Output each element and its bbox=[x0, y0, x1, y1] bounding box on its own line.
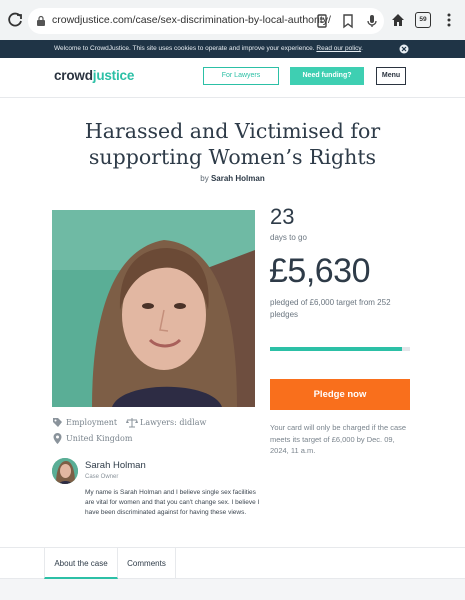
amount-raised: £5,630 bbox=[269, 252, 371, 290]
page-footer-strip bbox=[0, 579, 465, 600]
for-lawyers-button[interactable]: For Lawyers bbox=[203, 67, 279, 85]
owner-role: Case Owner bbox=[85, 474, 119, 480]
menu-button[interactable]: Menu bbox=[376, 67, 406, 85]
lawyers-info[interactable]: Lawyers: didlaw bbox=[126, 418, 206, 428]
address-bar[interactable]: crowdjustice.com/case/sex-discrimination… bbox=[28, 8, 384, 34]
pledge-now-button[interactable]: Pledge now bbox=[270, 379, 410, 410]
location-pin-icon bbox=[53, 433, 62, 444]
author-link[interactable]: Sarah Holman bbox=[211, 174, 265, 183]
tab-switcher-button[interactable]: 59 bbox=[415, 12, 431, 28]
need-funding-button[interactable]: Need funding? bbox=[290, 67, 364, 85]
case-title: Harassed and Victimised for supporting W… bbox=[84, 119, 381, 169]
tag-icon bbox=[53, 418, 62, 427]
more-options-icon[interactable] bbox=[441, 12, 457, 28]
byline: by Sarah Holman bbox=[200, 174, 265, 183]
cookie-banner: Welcome to CrowdJustice. This site uses … bbox=[0, 40, 465, 58]
home-icon[interactable] bbox=[390, 12, 406, 28]
days-to-go-count: 23 bbox=[270, 204, 295, 229]
owner-bio: My name is Sarah Holman and I believe si… bbox=[85, 489, 260, 517]
avatar bbox=[52, 458, 78, 484]
bookmark-icon[interactable] bbox=[340, 13, 356, 29]
charge-note: Your card will only be charged if the ca… bbox=[270, 423, 407, 455]
scales-icon bbox=[126, 418, 138, 428]
site-info-icon[interactable] bbox=[36, 15, 46, 26]
case-tabs: About the case Comments bbox=[0, 547, 465, 579]
tab-about-the-case[interactable]: About the case bbox=[44, 548, 118, 579]
case-photo bbox=[52, 210, 255, 407]
location-info: United Kingdom bbox=[52, 433, 132, 444]
days-to-go-label: days to go bbox=[270, 233, 307, 242]
tab-comments[interactable]: Comments bbox=[118, 548, 176, 579]
crowdjustice-logo[interactable]: crowdjustice bbox=[54, 68, 134, 83]
pledge-summary: pledged of £6,000 target from 252 pledge… bbox=[270, 298, 391, 319]
page-info-icon[interactable] bbox=[314, 13, 330, 29]
owner-name: Sarah Holman bbox=[85, 460, 146, 471]
funding-progress-fill bbox=[270, 347, 402, 351]
url-text[interactable]: crowdjustice.com/case/sex-discrimination… bbox=[52, 14, 331, 26]
site-header: crowdjustice For Lawyers Need funding? M… bbox=[0, 58, 465, 98]
cookie-policy-link[interactable]: Read our policy bbox=[316, 45, 361, 52]
category-tag[interactable]: Employment bbox=[52, 418, 117, 427]
cookie-message: Welcome to CrowdJustice. This site uses … bbox=[54, 45, 363, 52]
funding-progress-bar bbox=[270, 347, 410, 351]
reload-icon[interactable] bbox=[6, 11, 24, 29]
browser-toolbar: crowdjustice.com/case/sex-discrimination… bbox=[0, 0, 465, 40]
close-icon[interactable] bbox=[399, 44, 409, 54]
microphone-icon[interactable] bbox=[364, 13, 380, 29]
